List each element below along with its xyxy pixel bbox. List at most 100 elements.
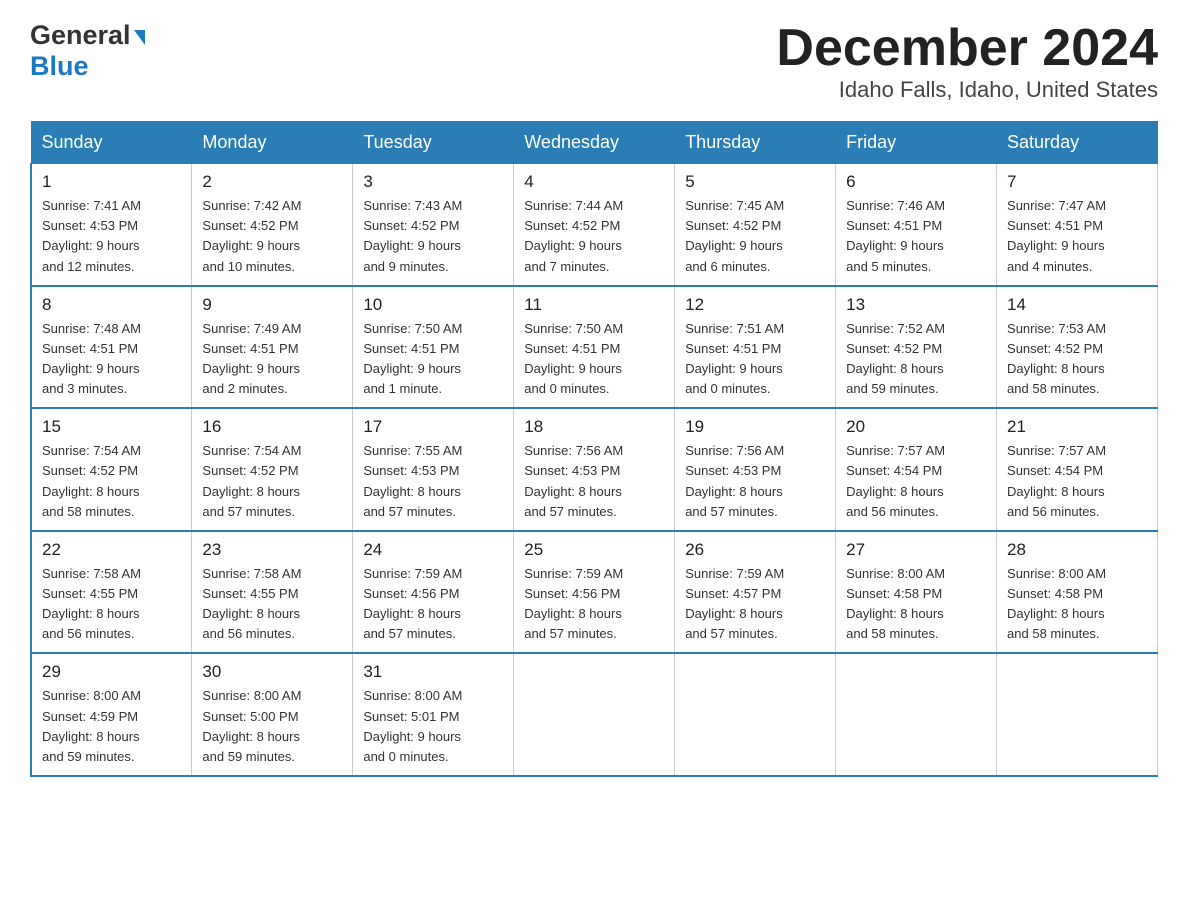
- day-number: 25: [524, 540, 664, 560]
- calendar-week-row: 8 Sunrise: 7:48 AMSunset: 4:51 PMDayligh…: [31, 286, 1158, 409]
- day-number: 12: [685, 295, 825, 315]
- day-number: 14: [1007, 295, 1147, 315]
- day-info: Sunrise: 7:54 AMSunset: 4:52 PMDaylight:…: [202, 441, 342, 522]
- logo-blue: Blue: [30, 51, 89, 81]
- calendar-day-cell: 23 Sunrise: 7:58 AMSunset: 4:55 PMDaylig…: [192, 531, 353, 654]
- weekday-header-sunday: Sunday: [31, 122, 192, 164]
- day-info: Sunrise: 7:52 AMSunset: 4:52 PMDaylight:…: [846, 319, 986, 400]
- calendar-week-row: 29 Sunrise: 8:00 AMSunset: 4:59 PMDaylig…: [31, 653, 1158, 776]
- day-number: 10: [363, 295, 503, 315]
- day-info: Sunrise: 8:00 AMSunset: 4:58 PMDaylight:…: [1007, 564, 1147, 645]
- day-info: Sunrise: 7:58 AMSunset: 4:55 PMDaylight:…: [42, 564, 181, 645]
- day-info: Sunrise: 7:58 AMSunset: 4:55 PMDaylight:…: [202, 564, 342, 645]
- day-number: 15: [42, 417, 181, 437]
- day-info: Sunrise: 7:42 AMSunset: 4:52 PMDaylight:…: [202, 196, 342, 277]
- day-number: 19: [685, 417, 825, 437]
- calendar-day-cell: 12 Sunrise: 7:51 AMSunset: 4:51 PMDaylig…: [675, 286, 836, 409]
- calendar-day-cell: 18 Sunrise: 7:56 AMSunset: 4:53 PMDaylig…: [514, 408, 675, 531]
- day-info: Sunrise: 7:44 AMSunset: 4:52 PMDaylight:…: [524, 196, 664, 277]
- weekday-header-row: SundayMondayTuesdayWednesdayThursdayFrid…: [31, 122, 1158, 164]
- day-info: Sunrise: 7:46 AMSunset: 4:51 PMDaylight:…: [846, 196, 986, 277]
- day-info: Sunrise: 7:47 AMSunset: 4:51 PMDaylight:…: [1007, 196, 1147, 277]
- day-number: 5: [685, 172, 825, 192]
- weekday-header-wednesday: Wednesday: [514, 122, 675, 164]
- day-info: Sunrise: 7:56 AMSunset: 4:53 PMDaylight:…: [524, 441, 664, 522]
- day-number: 30: [202, 662, 342, 682]
- day-number: 17: [363, 417, 503, 437]
- calendar-empty-cell: [836, 653, 997, 776]
- day-number: 11: [524, 295, 664, 315]
- day-number: 2: [202, 172, 342, 192]
- day-info: Sunrise: 8:00 AMSunset: 4:59 PMDaylight:…: [42, 686, 181, 767]
- day-info: Sunrise: 7:56 AMSunset: 4:53 PMDaylight:…: [685, 441, 825, 522]
- day-info: Sunrise: 8:00 AMSunset: 4:58 PMDaylight:…: [846, 564, 986, 645]
- calendar-week-row: 15 Sunrise: 7:54 AMSunset: 4:52 PMDaylig…: [31, 408, 1158, 531]
- day-info: Sunrise: 7:50 AMSunset: 4:51 PMDaylight:…: [524, 319, 664, 400]
- day-number: 21: [1007, 417, 1147, 437]
- day-info: Sunrise: 7:57 AMSunset: 4:54 PMDaylight:…: [1007, 441, 1147, 522]
- calendar-day-cell: 15 Sunrise: 7:54 AMSunset: 4:52 PMDaylig…: [31, 408, 192, 531]
- calendar-day-cell: 1 Sunrise: 7:41 AMSunset: 4:53 PMDayligh…: [31, 164, 192, 286]
- day-number: 23: [202, 540, 342, 560]
- calendar-empty-cell: [675, 653, 836, 776]
- day-info: Sunrise: 7:45 AMSunset: 4:52 PMDaylight:…: [685, 196, 825, 277]
- calendar-day-cell: 4 Sunrise: 7:44 AMSunset: 4:52 PMDayligh…: [514, 164, 675, 286]
- day-number: 18: [524, 417, 664, 437]
- day-info: Sunrise: 7:54 AMSunset: 4:52 PMDaylight:…: [42, 441, 181, 522]
- day-number: 7: [1007, 172, 1147, 192]
- calendar-day-cell: 24 Sunrise: 7:59 AMSunset: 4:56 PMDaylig…: [353, 531, 514, 654]
- calendar-empty-cell: [514, 653, 675, 776]
- day-number: 24: [363, 540, 503, 560]
- title-section: December 2024 Idaho Falls, Idaho, United…: [776, 20, 1158, 103]
- calendar-day-cell: 29 Sunrise: 8:00 AMSunset: 4:59 PMDaylig…: [31, 653, 192, 776]
- day-number: 3: [363, 172, 503, 192]
- weekday-header-thursday: Thursday: [675, 122, 836, 164]
- day-info: Sunrise: 7:48 AMSunset: 4:51 PMDaylight:…: [42, 319, 181, 400]
- day-info: Sunrise: 7:51 AMSunset: 4:51 PMDaylight:…: [685, 319, 825, 400]
- calendar-day-cell: 20 Sunrise: 7:57 AMSunset: 4:54 PMDaylig…: [836, 408, 997, 531]
- day-info: Sunrise: 7:57 AMSunset: 4:54 PMDaylight:…: [846, 441, 986, 522]
- calendar-day-cell: 2 Sunrise: 7:42 AMSunset: 4:52 PMDayligh…: [192, 164, 353, 286]
- calendar-day-cell: 21 Sunrise: 7:57 AMSunset: 4:54 PMDaylig…: [997, 408, 1158, 531]
- day-number: 1: [42, 172, 181, 192]
- day-info: Sunrise: 7:59 AMSunset: 4:56 PMDaylight:…: [363, 564, 503, 645]
- calendar-day-cell: 28 Sunrise: 8:00 AMSunset: 4:58 PMDaylig…: [997, 531, 1158, 654]
- calendar-day-cell: 8 Sunrise: 7:48 AMSunset: 4:51 PMDayligh…: [31, 286, 192, 409]
- day-number: 27: [846, 540, 986, 560]
- calendar-week-row: 1 Sunrise: 7:41 AMSunset: 4:53 PMDayligh…: [31, 164, 1158, 286]
- page-header: General Blue December 2024 Idaho Falls, …: [30, 20, 1158, 103]
- logo-arrow-icon: [134, 30, 145, 45]
- calendar-day-cell: 14 Sunrise: 7:53 AMSunset: 4:52 PMDaylig…: [997, 286, 1158, 409]
- day-info: Sunrise: 7:55 AMSunset: 4:53 PMDaylight:…: [363, 441, 503, 522]
- calendar-day-cell: 30 Sunrise: 8:00 AMSunset: 5:00 PMDaylig…: [192, 653, 353, 776]
- calendar-day-cell: 17 Sunrise: 7:55 AMSunset: 4:53 PMDaylig…: [353, 408, 514, 531]
- logo: General Blue: [30, 20, 145, 82]
- day-number: 16: [202, 417, 342, 437]
- calendar-day-cell: 27 Sunrise: 8:00 AMSunset: 4:58 PMDaylig…: [836, 531, 997, 654]
- location-title: Idaho Falls, Idaho, United States: [776, 77, 1158, 103]
- day-info: Sunrise: 7:41 AMSunset: 4:53 PMDaylight:…: [42, 196, 181, 277]
- calendar-day-cell: 22 Sunrise: 7:58 AMSunset: 4:55 PMDaylig…: [31, 531, 192, 654]
- calendar-day-cell: 19 Sunrise: 7:56 AMSunset: 4:53 PMDaylig…: [675, 408, 836, 531]
- day-number: 29: [42, 662, 181, 682]
- calendar-table: SundayMondayTuesdayWednesdayThursdayFrid…: [30, 121, 1158, 777]
- day-info: Sunrise: 8:00 AMSunset: 5:01 PMDaylight:…: [363, 686, 503, 767]
- calendar-day-cell: 13 Sunrise: 7:52 AMSunset: 4:52 PMDaylig…: [836, 286, 997, 409]
- day-number: 22: [42, 540, 181, 560]
- logo-general: General: [30, 20, 131, 51]
- calendar-day-cell: 3 Sunrise: 7:43 AMSunset: 4:52 PMDayligh…: [353, 164, 514, 286]
- day-info: Sunrise: 7:59 AMSunset: 4:57 PMDaylight:…: [685, 564, 825, 645]
- day-info: Sunrise: 8:00 AMSunset: 5:00 PMDaylight:…: [202, 686, 342, 767]
- weekday-header-monday: Monday: [192, 122, 353, 164]
- calendar-day-cell: 16 Sunrise: 7:54 AMSunset: 4:52 PMDaylig…: [192, 408, 353, 531]
- day-number: 6: [846, 172, 986, 192]
- day-info: Sunrise: 7:53 AMSunset: 4:52 PMDaylight:…: [1007, 319, 1147, 400]
- day-info: Sunrise: 7:50 AMSunset: 4:51 PMDaylight:…: [363, 319, 503, 400]
- calendar-day-cell: 9 Sunrise: 7:49 AMSunset: 4:51 PMDayligh…: [192, 286, 353, 409]
- calendar-empty-cell: [997, 653, 1158, 776]
- weekday-header-friday: Friday: [836, 122, 997, 164]
- day-number: 31: [363, 662, 503, 682]
- calendar-day-cell: 5 Sunrise: 7:45 AMSunset: 4:52 PMDayligh…: [675, 164, 836, 286]
- calendar-day-cell: 10 Sunrise: 7:50 AMSunset: 4:51 PMDaylig…: [353, 286, 514, 409]
- day-info: Sunrise: 7:43 AMSunset: 4:52 PMDaylight:…: [363, 196, 503, 277]
